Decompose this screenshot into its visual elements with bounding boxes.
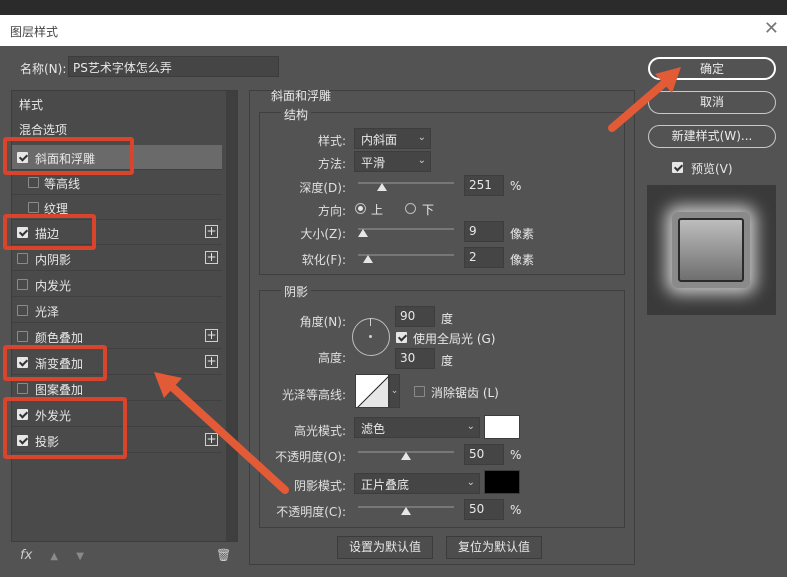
arrow-to-ok	[608, 67, 681, 132]
arrow-to-styles	[154, 372, 289, 494]
annotation-arrows	[154, 67, 681, 494]
